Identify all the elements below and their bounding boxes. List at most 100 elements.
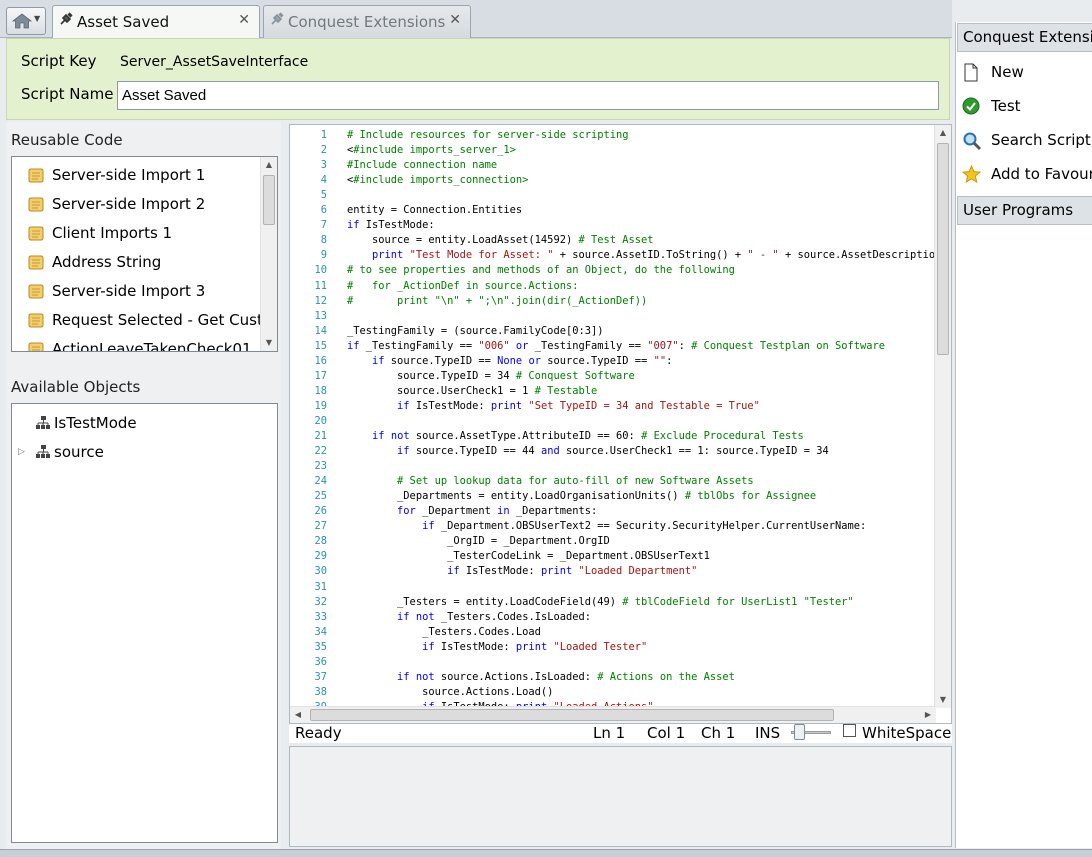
code-line[interactable]: 18 source.UserCheck1 = 1 # Testable	[290, 384, 936, 399]
code-line[interactable]: 35 if IsTestMode: print "Loaded Tester"	[290, 640, 936, 655]
code-line[interactable]: 31	[290, 580, 936, 595]
code-text: if source.TypeID == 44 and source.UserCh…	[397, 445, 829, 458]
list-item[interactable]: Server-side Import 2	[12, 190, 260, 219]
code-line[interactable]: 3 #Include connection name	[290, 158, 936, 173]
editor-horizontal-scrollbar[interactable]: ◀ ▶	[290, 706, 936, 723]
line-number: 13	[314, 309, 327, 322]
home-icon	[11, 13, 33, 29]
code-line[interactable]: 36	[290, 655, 936, 670]
list-item-label: Server-side Import 3	[52, 282, 206, 300]
home-dropdown-button[interactable]: ▼	[6, 7, 46, 35]
scroll-up-icon[interactable]: ▲	[935, 125, 951, 141]
list-item[interactable]: Client Imports 1	[12, 219, 260, 248]
code-line[interactable]: 9 print "Test Mode for Asset: " + source…	[290, 248, 936, 263]
script-name-input[interactable]	[117, 81, 939, 110]
close-icon[interactable]: ✕	[238, 12, 250, 28]
code-line[interactable]: 14 _TestingFamily = (source.FamilyCode[0:…	[290, 324, 936, 339]
scroll-thumb[interactable]	[937, 143, 949, 355]
code-line[interactable]: 8 source = entity.LoadAsset(14592) # Tes…	[290, 233, 936, 248]
code-text: # for _ActionDef in source.Actions:	[347, 279, 579, 292]
code-text: if _Department.OBSUserText2 == Security.…	[422, 520, 867, 533]
tree-item[interactable]: IsTestMode	[12, 410, 272, 436]
code-line[interactable]: 11 # for _ActionDef in source.Actions:	[290, 279, 936, 294]
user-programs-header[interactable]: User Programs	[957, 196, 1092, 225]
code-area[interactable]: 1 # Include resources for server-side scr…	[290, 125, 936, 708]
list-item[interactable]: ActionLeaveTakenCheck01	[12, 335, 260, 351]
code-line[interactable]: 1 # Include resources for server-side scr…	[290, 128, 936, 143]
list-item[interactable]: Server-side Import 3	[12, 277, 260, 306]
line-number: 5	[320, 189, 327, 202]
available-objects-title: Available Objects	[11, 378, 141, 396]
list-item[interactable]: Request Selected - Get Custo	[12, 306, 260, 335]
code-line[interactable]: 34 _Testers.Codes.Load	[290, 625, 936, 640]
scroll-thumb[interactable]	[263, 175, 275, 225]
code-line[interactable]: 2 <#include imports_server_1>	[290, 143, 936, 158]
expand-arrow-icon[interactable]: ▷	[18, 439, 28, 465]
code-line[interactable]: 4 <#include imports_connection>	[290, 173, 936, 188]
code-line[interactable]: 22 if source.TypeID == 44 and source.Use…	[290, 444, 936, 459]
scroll-right-icon[interactable]: ▶	[920, 707, 936, 723]
code-line[interactable]: 15 if _TestingFamily == "006" or _Testing…	[290, 339, 936, 354]
test-button[interactable]: Test	[957, 91, 1092, 121]
tree-item-label: IsTestMode	[54, 414, 137, 432]
code-line[interactable]: 21 if not source.AssetType.AttributeID =…	[290, 429, 936, 444]
code-line[interactable]: 23	[290, 459, 936, 474]
code-line[interactable]: 28 _OrgID = _Department.OrgID	[290, 534, 936, 549]
scroll-left-icon[interactable]: ◀	[290, 707, 306, 723]
list-item[interactable]: Address String	[12, 248, 260, 277]
code-line[interactable]: 6 entity = Connection.Entities	[290, 203, 936, 218]
code-line[interactable]: 17 source.TypeID = 34 # Conquest Softwar…	[290, 369, 936, 384]
code-line[interactable]: 7 if IsTestMode:	[290, 218, 936, 233]
code-line[interactable]: 33 if not _Testers.Codes.IsLoaded:	[290, 610, 936, 625]
editor-vertical-scrollbar[interactable]: ▲ ▼	[934, 125, 951, 708]
code-line[interactable]: 37 if not source.Actions.IsLoaded: # Act…	[290, 670, 936, 685]
line-number: 14	[314, 324, 327, 337]
whitespace-checkbox[interactable]	[843, 724, 856, 737]
status-text: Ready	[295, 724, 342, 742]
code-line[interactable]: 27 if _Department.OBSUserText2 == Securi…	[290, 519, 936, 534]
search-script-button-label: Search Script	[991, 131, 1091, 149]
code-line[interactable]: 30 if IsTestMode: print "Loaded Departme…	[290, 564, 936, 579]
code-text: for _Department in _Departments:	[397, 505, 598, 518]
line-number: 26	[314, 505, 327, 518]
star-icon	[962, 165, 981, 184]
reusable-list-scrollbar[interactable]: ▲ ▼	[260, 157, 277, 351]
new-button[interactable]: New	[957, 57, 1092, 87]
code-line[interactable]: 19 if IsTestMode: print "Set TypeID = 34…	[290, 399, 936, 414]
code-line[interactable]: 38 source.Actions.Load()	[290, 685, 936, 700]
code-line[interactable]: 26 for _Department in _Departments:	[290, 504, 936, 519]
code-line[interactable]: 5	[290, 188, 936, 203]
code-text: if not source.AssetType.AttributeID == 6…	[372, 430, 804, 442]
code-line[interactable]: 32 _Testers = entity.LoadCodeField(49) #…	[290, 595, 936, 610]
code-line[interactable]: 25 _Departments = entity.LoadOrganisatio…	[290, 489, 936, 504]
search-script-button[interactable]: Search Script	[957, 125, 1092, 155]
code-line[interactable]: 10 # to see properties and methods of an …	[290, 263, 936, 278]
tab-asset-saved[interactable]: Asset Saved ✕	[52, 5, 260, 38]
scroll-icon	[28, 342, 44, 351]
list-item[interactable]: Server-side Import 1	[12, 161, 260, 190]
code-line[interactable]: 20	[290, 414, 936, 429]
scroll-thumb[interactable]	[310, 709, 834, 721]
tab-label: Conquest Extensions	[288, 13, 446, 31]
scroll-up-icon[interactable]: ▲	[261, 157, 277, 173]
close-icon[interactable]: ✕	[449, 12, 461, 28]
line-number: 36	[314, 655, 327, 668]
add-to-favourites-button[interactable]: Add to Favourites	[957, 159, 1092, 189]
line-number: 10	[314, 264, 327, 277]
code-line[interactable]: 24 # Set up lookup data for auto-fill of…	[290, 474, 936, 489]
scroll-down-icon[interactable]: ▼	[261, 335, 277, 351]
scroll-icon	[28, 313, 44, 328]
line-number: 29	[314, 550, 327, 563]
zoom-slider-thumb[interactable]	[794, 724, 805, 740]
code-line[interactable]: 12 # print "\n" + ";\n".join(dir(_ActionD…	[290, 294, 936, 309]
code-editor[interactable]: 1 # Include resources for server-side scr…	[289, 124, 952, 724]
conquest-extensions-header[interactable]: Conquest Extensions	[957, 23, 1092, 52]
code-line[interactable]: 16 if source.TypeID == None or source.Ty…	[290, 354, 936, 369]
scroll-down-icon[interactable]: ▼	[935, 692, 951, 708]
tab-strip: ▼ Asset Saved ✕ Conquest Extensions ✕	[0, 0, 952, 38]
code-line[interactable]: 13	[290, 309, 936, 324]
tab-conquest-extensions[interactable]: Conquest Extensions ✕	[263, 5, 471, 38]
code-text: # print "\n" + ";\n".join(dir(_ActionDef…	[347, 294, 648, 307]
tree-item[interactable]: ▷ source	[12, 439, 272, 465]
code-line[interactable]: 29 _TesterCodeLink = _Department.OBSUser…	[290, 549, 936, 564]
